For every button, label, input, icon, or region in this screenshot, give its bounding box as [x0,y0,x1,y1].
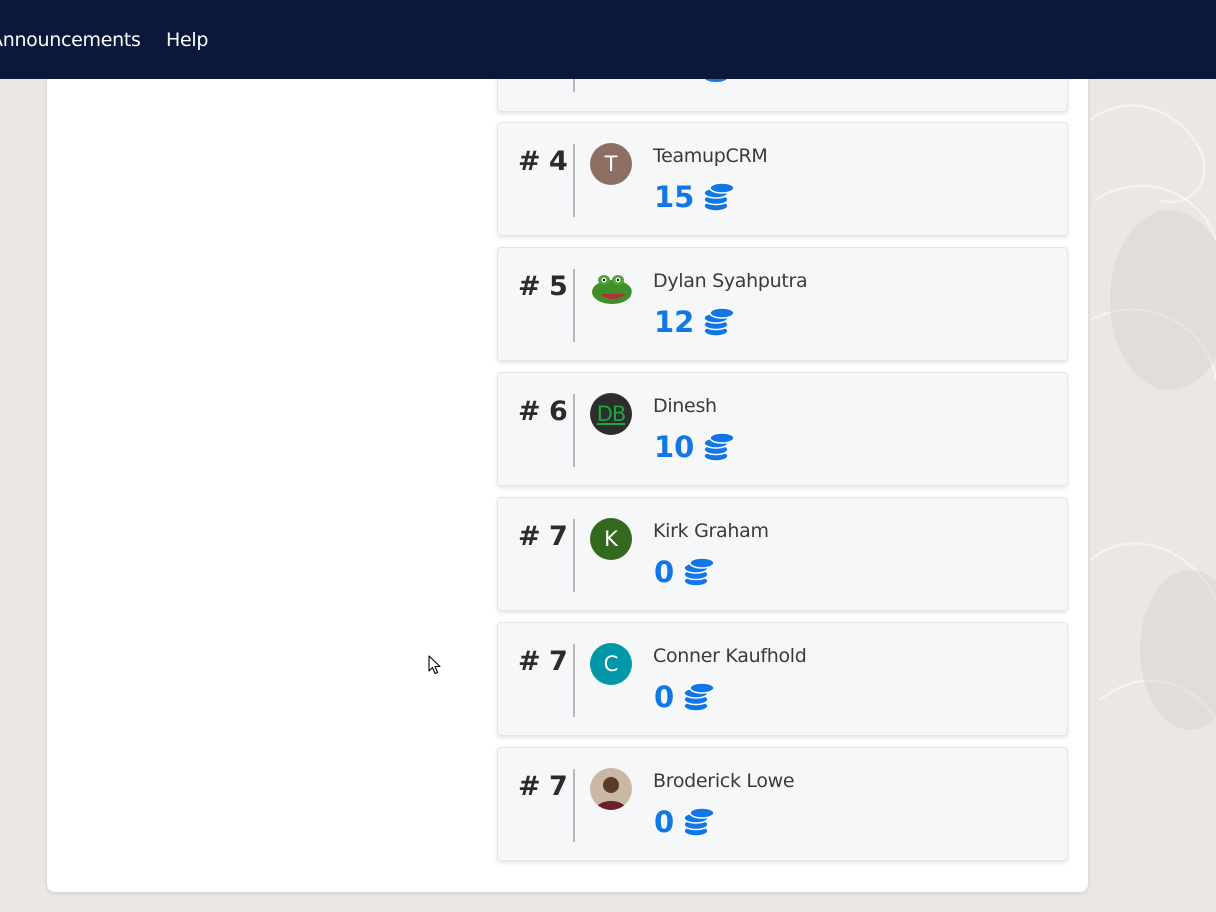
coins-icon [703,182,736,212]
user-name: TeamupCRM [653,145,768,167]
user-name: Conner Kaufhold [653,645,807,667]
card-divider [573,644,575,717]
card-divider [573,519,575,592]
avatar-initials: C [603,652,619,676]
coins-icon [683,557,715,587]
rank-label: # 6 [518,396,568,427]
points-value: 12 [654,305,736,339]
rank-label: # 5 [518,271,568,302]
leaderboard-card: # 4 T TeamupCRM 15 [497,122,1068,236]
leaderboard-card: # 7 Broderick Lowe 0 [497,747,1068,861]
points-number: 15 [654,180,695,214]
points-number: 10 [654,430,695,464]
leaderboard-card: # 7 C Conner Kaufhold 0 [497,622,1068,736]
points-value: 15 [654,180,736,214]
leaderboard-card: # 6 DB Dinesh 10 [497,372,1068,486]
card-divider [573,769,575,842]
person-photo-avatar-icon [590,768,632,810]
card-divider [573,144,575,217]
card-divider [573,394,575,467]
avatar: C [590,643,632,685]
leaderboard-card: # 5 Dylan Syahputra 12 [497,247,1068,361]
points-number: 0 [654,555,675,589]
leaderboard-card: # 7 K Kirk Graham 0 [497,497,1068,611]
coins-icon [703,307,736,337]
avatar: DB [590,393,632,435]
rank-label: # 7 [518,646,568,677]
points-value: 0 [654,680,715,714]
avatar: T [590,143,632,185]
rank-label: # 7 [518,771,568,802]
user-name: Kirk Graham [653,520,769,542]
user-name: Dylan Syahputra [653,270,808,292]
points-number: 0 [654,805,675,839]
user-name: Dinesh [653,395,717,417]
avatar-initials: T [604,152,618,176]
points-number: 12 [654,305,695,339]
avatar-initials: K [604,527,618,551]
frog-avatar-icon [590,268,632,310]
points-value: 0 [654,805,715,839]
nav-link-help[interactable]: Help [166,29,208,51]
user-name: Broderick Lowe [653,770,795,792]
points-value: 10 [654,430,736,464]
coins-icon [683,807,715,837]
card-divider [573,269,575,342]
rank-label: # 7 [518,521,568,552]
avatar-initials: DB [596,402,627,426]
mouse-cursor-icon [428,655,441,675]
points-value: 0 [654,555,715,589]
rank-label: # 4 [518,146,568,177]
coins-icon [683,682,715,712]
top-navbar: Announcements Help [0,0,1216,79]
avatar: K [590,518,632,560]
coins-icon [703,432,736,462]
points-number: 0 [654,680,675,714]
nav-link-announcements[interactable]: Announcements [0,29,141,51]
